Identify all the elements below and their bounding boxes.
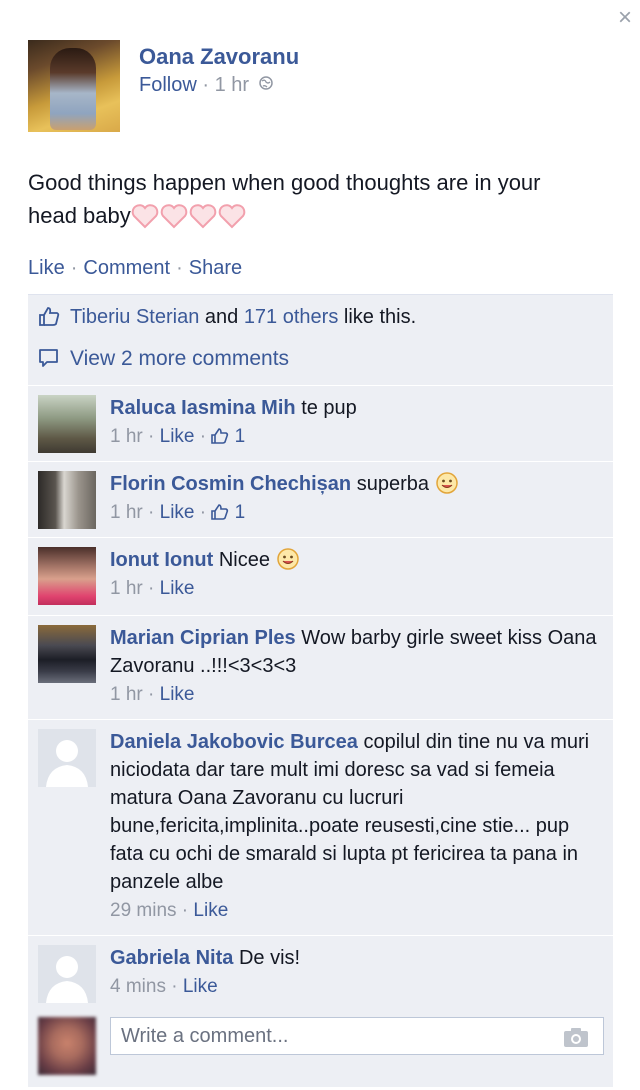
commenter-name-link[interactable]: Ionut Ionut — [110, 549, 213, 571]
commenter-name-link[interactable]: Florin Cosmin Chechișan — [110, 473, 351, 495]
comment-meta: 1 hr · Like · 1 — [110, 502, 246, 523]
feedback-panel: Tiberiu Sterian and 171 others like this… — [28, 294, 613, 1087]
comment-like-link[interactable]: Like — [160, 578, 195, 599]
smiley-emoji-icon — [435, 472, 458, 494]
comment-item: Florin Cosmin Chechișan superba 1 hr · L… — [28, 461, 613, 539]
share-link[interactable]: Share — [189, 257, 242, 279]
post-meta: Follow · 1 hr — [139, 74, 273, 97]
commenter-name-link[interactable]: Marian Ciprian Ples — [110, 627, 296, 649]
smiley-emoji-icon — [276, 548, 299, 570]
author-avatar[interactable] — [28, 40, 120, 132]
comment-item: Marian Ciprian Ples Wow barby girle swee… — [28, 615, 613, 719]
thumbs-up-icon — [211, 428, 229, 444]
comment-like-link[interactable]: Like — [160, 502, 195, 523]
current-user-avatar — [38, 1017, 96, 1075]
comment-text: copilul din tine nu va muri niciodata da… — [110, 731, 590, 893]
camera-icon[interactable] — [563, 1026, 589, 1048]
thumbs-up-icon — [39, 307, 60, 326]
post-header: Oana Zavoranu Follow · 1 hr — [28, 40, 588, 132]
others-link[interactable]: 171 others — [244, 306, 339, 328]
comment-likes-count[interactable]: 1 — [211, 426, 245, 447]
commenter-avatar[interactable] — [38, 547, 96, 605]
liker-name-link[interactable]: Tiberiu Sterian — [70, 306, 199, 328]
comment-bubble-icon — [39, 349, 58, 367]
comment-text: te pup — [301, 397, 357, 419]
comment-item: Ionut Ionut Nicee 1 hr · Like — [28, 537, 613, 615]
follow-link[interactable]: Follow — [139, 74, 197, 96]
likes-summary: Tiberiu Sterian and 171 others like this… — [38, 305, 416, 331]
commenter-name-link[interactable]: Gabriela Nita — [110, 947, 233, 969]
comment-text: Nicee — [218, 549, 270, 571]
comment-link[interactable]: Comment — [83, 257, 170, 279]
heart-icon — [218, 204, 246, 229]
comment-meta: 1 hr · Like — [110, 684, 195, 705]
comment-meta: 1 hr · Like · 1 — [110, 426, 246, 447]
author-name-link[interactable]: Oana Zavoranu — [139, 44, 299, 70]
like-link[interactable]: Like — [28, 257, 65, 279]
commenter-avatar-default[interactable] — [38, 945, 96, 1003]
commenter-name-link[interactable]: Daniela Jakobovic Burcea — [110, 731, 358, 753]
commenter-avatar[interactable] — [38, 471, 96, 529]
comment-meta: 29 mins · Like — [110, 900, 229, 921]
post-text: Good things happen when good thoughts ar… — [28, 166, 588, 238]
heart-icon — [160, 204, 188, 229]
commenter-avatar[interactable] — [38, 395, 96, 453]
close-icon[interactable]: × — [618, 6, 632, 30]
default-profile-icon — [38, 945, 96, 1003]
default-profile-icon — [38, 729, 96, 787]
comment-input[interactable] — [119, 1018, 543, 1054]
view-more-comments-link[interactable]: View 2 more comments — [38, 347, 289, 371]
comment-like-link[interactable]: Like — [160, 426, 195, 447]
comment-text: superba — [356, 473, 429, 495]
hearts-emoji-group — [131, 203, 247, 238]
heart-icon — [131, 204, 159, 229]
commenter-avatar[interactable] — [38, 625, 96, 683]
comment-like-link[interactable]: Like — [160, 684, 195, 705]
comment-item: Gabriela Nita De vis! 4 mins · Like — [28, 935, 613, 1011]
thumbs-up-icon — [211, 504, 229, 520]
comment-meta: 1 hr · Like — [110, 578, 195, 599]
post-actions: Like · Comment · Share — [28, 257, 243, 279]
comment-item: Daniela Jakobovic Burcea copilul din tin… — [28, 719, 613, 935]
commenter-name-link[interactable]: Raluca Iasmina Mih — [110, 397, 296, 419]
globe-icon — [258, 76, 273, 90]
comment-text: De vis! — [238, 947, 301, 969]
comment-likes-count[interactable]: 1 — [211, 502, 245, 523]
commenter-avatar-default[interactable] — [38, 729, 96, 787]
comment-like-link[interactable]: Like — [183, 976, 218, 997]
comment-item: Raluca Iasmina Mih te pup 1 hr · Like · … — [28, 385, 613, 463]
comment-meta: 4 mins · Like — [110, 976, 218, 997]
write-comment-box — [110, 1017, 604, 1055]
comment-like-link[interactable]: Like — [193, 900, 228, 921]
post-timestamp[interactable]: 1 hr — [215, 74, 249, 96]
heart-icon — [189, 204, 217, 229]
